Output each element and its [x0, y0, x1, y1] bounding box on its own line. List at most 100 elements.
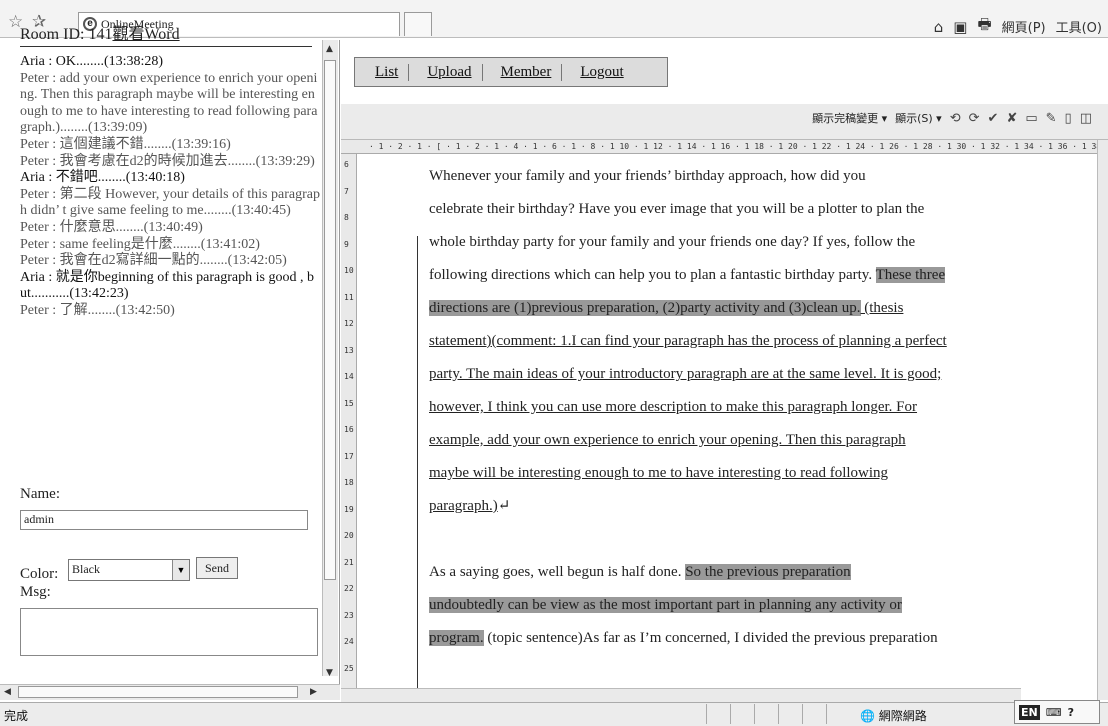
ruler-number: 12	[344, 319, 354, 328]
msg-textarea[interactable]	[20, 608, 318, 656]
reject-change-icon[interactable]: ✘	[1006, 111, 1017, 126]
status-text: 完成	[4, 709, 29, 723]
keyboard-icon[interactable]: ⌨	[1046, 706, 1062, 719]
document-line: celebrate their birthday? Have you ever …	[429, 193, 1049, 226]
comment-text: party. The main ideas of your introducto…	[429, 366, 942, 382]
paragraph-1: Whenever your family and your friends’ b…	[429, 160, 1049, 523]
document-text: (topic sentence)As far as I’m concerned,…	[483, 630, 938, 646]
internet-zone: 🌐 網際網路	[860, 709, 927, 723]
scroll-right-icon[interactable]: ▶	[310, 687, 317, 697]
margin-line	[417, 236, 418, 690]
ruler-number: 10	[344, 266, 354, 275]
document-line: program. (topic sentence)As far as I’m c…	[429, 622, 1049, 655]
language-indicator[interactable]: EN	[1019, 704, 1040, 720]
document-text: following directions which can help you …	[429, 267, 876, 283]
nav-upload[interactable]: Upload	[425, 63, 483, 81]
highlighted-text: undoubtedly can be view as the most impo…	[429, 597, 902, 613]
name-label: Name:	[20, 486, 60, 502]
send-button[interactable]: Send	[196, 557, 238, 579]
previous-change-icon[interactable]: ⟲	[950, 111, 961, 126]
name-input[interactable]: admin	[20, 510, 308, 530]
comment-text: paragraph.)	[429, 498, 498, 514]
nav-member[interactable]: Member	[499, 63, 563, 81]
document-line: Whenever your family and your friends’ b…	[429, 160, 1049, 193]
comment-text: however, I think you can use more descri…	[429, 399, 918, 415]
ruler-number: 11	[344, 292, 354, 302]
document-text: Whenever your family and your friends’ b…	[429, 168, 866, 184]
window-icon[interactable]: ◫	[1080, 111, 1092, 126]
ruler-number: 15	[344, 398, 354, 408]
chat-hscroll-thumb[interactable]	[18, 686, 298, 698]
color-select[interactable]: Black ▼	[68, 559, 190, 581]
ruler-number: 13	[344, 345, 354, 355]
ruler-number: 7	[344, 186, 349, 196]
vertical-ruler: 67891011121314151617181920212223242526	[341, 154, 357, 699]
ruler-number: 24	[344, 637, 354, 646]
document-line: directions are (1)previous preparation, …	[429, 292, 1049, 325]
reviewing-pane-icon[interactable]: ▯	[1065, 111, 1072, 126]
document-line: statement)(comment: 1.I can find your pa…	[429, 325, 1049, 358]
ruler-number: 6	[344, 160, 349, 169]
ruler-number: 25	[344, 663, 354, 673]
track-changes-icon[interactable]: ✎	[1046, 111, 1057, 126]
comment-text: maybe will be interesting enough to me t…	[429, 465, 889, 481]
help-icon[interactable]: ?	[1068, 706, 1074, 719]
horizontal-ruler: · 1 · 2 · 1 · [ · 1 · 2 · 1 · 4 · 1 · 6 …	[341, 140, 1099, 154]
doc-horizontal-scrollbar[interactable]	[341, 688, 1021, 702]
comment-text: (thesis	[860, 300, 904, 316]
status-cell	[826, 704, 848, 724]
document-line: whole birthday party for your family and…	[429, 226, 1049, 259]
feeds-icon[interactable]: ▣	[953, 18, 967, 36]
document-page: Whenever your family and your friends’ b…	[357, 154, 1099, 690]
ruler-number: 14	[344, 372, 354, 381]
scroll-up-icon[interactable]: ▲	[326, 44, 333, 54]
scroll-left-icon[interactable]: ◀	[4, 687, 11, 697]
document-line: As a saying goes, well begun is half don…	[429, 556, 1049, 589]
color-value: Black	[72, 562, 100, 576]
chat-scroll-thumb[interactable]	[324, 60, 336, 580]
ruler-number: 16	[344, 425, 354, 434]
page-menu[interactable]: 網頁(P)	[1002, 17, 1046, 36]
show-menu[interactable]: 顯示(S) ▾	[895, 110, 942, 126]
tools-menu[interactable]: 工具(O)	[1056, 17, 1102, 36]
chat-message: Peter : same feeling是什麼........(13:41:02…	[20, 236, 260, 252]
highlighted-text: So the previous preparation	[685, 564, 851, 580]
view-word-link[interactable]: 觀看Word	[112, 26, 179, 43]
next-change-icon[interactable]: ⟳	[969, 111, 980, 126]
divider	[20, 46, 312, 47]
chat-message: Peter : 了解........(13:42:50)	[20, 302, 175, 318]
chat-message: Aria : 就是你beginning of this paragraph is…	[20, 269, 314, 302]
ruler-number: 8	[344, 213, 349, 222]
comment-icon[interactable]: ▭	[1025, 111, 1037, 126]
doc-vertical-scrollbar[interactable]	[1097, 140, 1108, 700]
new-tab-button[interactable]	[404, 12, 432, 36]
display-mode-select[interactable]: 顯示完稿變更 ▾	[812, 110, 887, 126]
nav-list[interactable]: List	[373, 63, 410, 81]
chat-message: Peter : 我會考慮在d2的時候加進去........(13:39:29)	[20, 153, 315, 169]
chat-message: Peter : add your own experience to enric…	[20, 70, 318, 136]
document-text: whole birthday party for your family and…	[429, 234, 916, 250]
print-icon[interactable]: 🖶	[977, 14, 991, 39]
ruler-number: 23	[344, 610, 354, 620]
paragraph-2: As a saying goes, well begun is half don…	[429, 556, 1049, 655]
document-line: example, add your own experience to enri…	[429, 424, 1049, 457]
scroll-down-icon[interactable]: ▼	[326, 668, 333, 678]
word-toolbar-items: 顯示完稿變更 ▾ 顯示(S) ▾ ⟲ ⟳ ✔ ✘ ▭ ✎ ▯ ◫	[812, 110, 1092, 126]
ruler-number: 22	[344, 584, 354, 593]
nav-logout[interactable]: Logout	[578, 64, 633, 81]
language-bar[interactable]: EN ⌨ ?	[1014, 700, 1100, 724]
status-cell	[730, 704, 752, 724]
room-id: Room ID: 141觀看Word	[20, 26, 180, 43]
status-bar	[0, 702, 1108, 726]
nav-bar: List Upload Member Logout	[354, 57, 668, 87]
chat-message: Peter : 第二段 However, your details of thi…	[20, 186, 320, 219]
accept-change-icon[interactable]: ✔	[988, 111, 999, 126]
chevron-down-icon[interactable]: ▼	[172, 560, 189, 580]
document-line: following directions which can help you …	[429, 259, 1049, 292]
document-line: party. The main ideas of your introducto…	[429, 358, 1049, 391]
command-bar: ⌂ ▣ 🖶 網頁(P) 工具(O)	[934, 14, 1102, 39]
status-cell	[754, 704, 776, 724]
home-icon[interactable]: ⌂	[934, 18, 944, 36]
msg-label: Msg:	[20, 584, 51, 600]
highlighted-text: program.	[429, 630, 484, 646]
